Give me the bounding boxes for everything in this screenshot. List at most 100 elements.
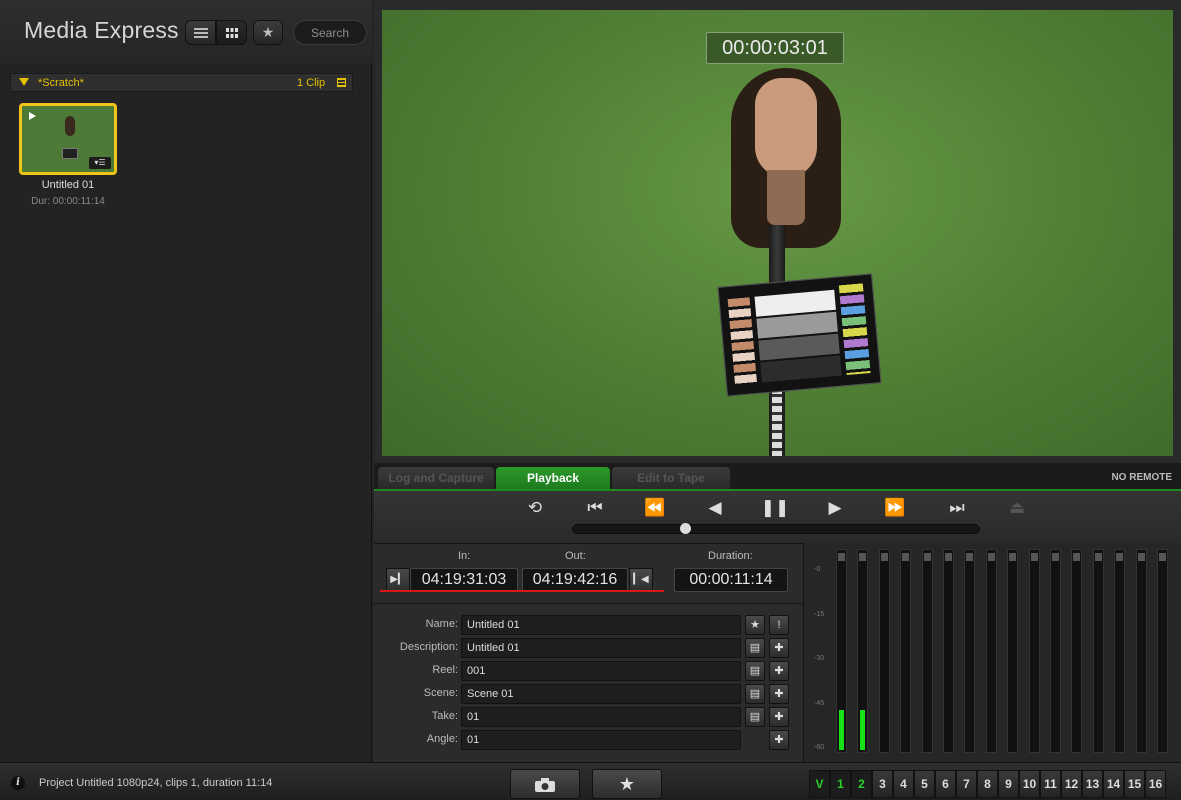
star-icon[interactable]: ★: [745, 615, 765, 635]
meter-level: [860, 710, 866, 750]
tab-edit-to-tape[interactable]: Edit to Tape: [612, 467, 730, 489]
meter-channel: [836, 549, 847, 753]
app-window: Media Express ★ Search *Scratch* 1 Clip …: [0, 0, 1181, 800]
meter-channel: [921, 549, 933, 753]
status-bar: i Project Untitled 1080p24, clips 1, dur…: [0, 762, 1181, 800]
plus-icon[interactable]: ✚: [769, 707, 789, 727]
mannequin-face: [755, 78, 817, 178]
meter-channel: [878, 549, 890, 753]
scrubber-bar[interactable]: [572, 523, 980, 534]
go-to-start-icon[interactable]: ⏮: [578, 496, 612, 520]
mark-in-button[interactable]: ▶▎: [386, 568, 410, 592]
bin-header[interactable]: *Scratch* 1 Clip: [10, 73, 353, 92]
clip-name: Untitled 01: [41, 179, 95, 191]
metadata-row-scene: Scene: Scene 01 ▤ ✚: [374, 684, 803, 704]
fast-forward-icon[interactable]: ⏩: [878, 496, 912, 520]
description-field[interactable]: Untitled 01: [461, 638, 741, 658]
channel-button-3[interactable]: 3: [872, 770, 893, 798]
list-icon[interactable]: ▤: [745, 638, 765, 658]
annotation-underline: [380, 590, 664, 592]
channel-button-6[interactable]: 6: [935, 770, 956, 798]
eject-icon[interactable]: ⏏: [1000, 496, 1034, 520]
channel-button-4[interactable]: 4: [893, 770, 914, 798]
reel-label: Reel:: [432, 664, 458, 676]
meter-level: [839, 710, 844, 750]
plus-icon[interactable]: ✚: [769, 730, 789, 750]
metadata-row-description: Description: Untitled 01 ▤ ✚: [374, 638, 803, 658]
in-label: In:: [458, 550, 471, 562]
play-icon[interactable]: [29, 112, 36, 120]
out-timecode[interactable]: 04:19:42:16: [522, 568, 628, 592]
take-field[interactable]: 01: [461, 707, 741, 727]
bin-clip-count: 1 Clip: [297, 77, 326, 89]
channel-button-7[interactable]: 7: [956, 770, 977, 798]
reel-field[interactable]: 001: [461, 661, 741, 681]
meter-peak-indicator: [1009, 553, 1017, 561]
list-icon[interactable]: ▤: [745, 707, 765, 727]
channel-button-13[interactable]: 13: [1082, 770, 1103, 798]
duration-timecode: 00:00:11:14: [674, 568, 788, 592]
clip-thumbnail[interactable]: ▾☰: [19, 103, 117, 175]
favorite-button[interactable]: ★: [592, 769, 662, 799]
channel-button-2[interactable]: 2: [851, 770, 872, 798]
angle-label: Angle:: [426, 733, 458, 745]
capture-still-button[interactable]: [510, 769, 580, 799]
meter-peak-indicator: [923, 553, 931, 561]
angle-field[interactable]: 01: [461, 730, 741, 750]
description-label: Description:: [399, 641, 458, 653]
channel-button-14[interactable]: 14: [1103, 770, 1124, 798]
channel-button-12[interactable]: 12: [1061, 770, 1082, 798]
scrubber-handle[interactable]: [679, 523, 691, 534]
tab-log-and-capture[interactable]: Log and Capture: [378, 467, 494, 489]
mark-out-button[interactable]: ▎◀: [629, 568, 653, 592]
go-to-end-icon[interactable]: ⏭: [940, 496, 974, 520]
clip-menu-icon[interactable]: ▾☰: [89, 157, 111, 169]
plus-icon[interactable]: ✚: [769, 638, 789, 658]
channel-selector: V 1 2 3 4 5 6 7 8 9 10 11 12 13 14 15 16: [809, 770, 1166, 798]
meter-scale-label: -60: [814, 744, 825, 751]
browser-toolbar: Media Express ★ Search: [0, 0, 372, 64]
plus-icon[interactable]: ✚: [769, 684, 789, 704]
channel-button-8[interactable]: 8: [977, 770, 998, 798]
status-text: Project Untitled 1080p24, clips 1, durat…: [39, 777, 273, 789]
meter-peak-indicator: [1159, 553, 1166, 561]
meter-peak-indicator: [1073, 553, 1081, 561]
bin-folder-icon: [337, 78, 346, 87]
play-reverse-icon[interactable]: ◀: [698, 496, 732, 520]
meter-scale-label: -15: [814, 611, 825, 618]
list-icon[interactable]: ▤: [745, 684, 765, 704]
channel-button-15[interactable]: 15: [1124, 770, 1145, 798]
play-icon[interactable]: ▶: [818, 496, 852, 520]
meter-channel: [857, 549, 869, 753]
in-timecode[interactable]: 04:19:31:03: [410, 568, 518, 592]
list-icon[interactable]: ▤: [745, 661, 765, 681]
disclosure-triangle-icon[interactable]: [19, 78, 29, 86]
name-field[interactable]: Untitled 01: [461, 615, 741, 635]
meter-peak-indicator: [902, 553, 910, 561]
list-view-button[interactable]: [185, 20, 216, 45]
thumbnail-view-button[interactable]: [216, 20, 247, 45]
color-checker-card: [717, 273, 882, 397]
meter-channel: [943, 549, 954, 753]
channel-button-10[interactable]: 10: [1019, 770, 1040, 798]
pause-icon[interactable]: ❚❚: [758, 496, 792, 520]
meter-peak-indicator: [945, 553, 952, 561]
rewind-icon[interactable]: ⏪: [638, 496, 672, 520]
channel-button-1[interactable]: 1: [830, 770, 851, 798]
favorites-button[interactable]: ★: [253, 20, 283, 45]
channel-button-v[interactable]: V: [809, 770, 830, 798]
search-field[interactable]: Search: [293, 20, 367, 45]
name-label: Name:: [425, 618, 458, 630]
scene-field[interactable]: Scene 01: [461, 684, 741, 704]
channel-button-11[interactable]: 11: [1040, 770, 1061, 798]
meter-channel: [1157, 549, 1168, 753]
loop-icon[interactable]: ⟲: [518, 496, 552, 520]
tab-playback[interactable]: Playback: [496, 467, 610, 489]
info-icon[interactable]: i: [11, 776, 25, 790]
flag-icon[interactable]: !: [769, 615, 789, 635]
video-frame: 00:00:03:01: [382, 10, 1173, 456]
channel-button-16[interactable]: 16: [1145, 770, 1166, 798]
plus-icon[interactable]: ✚: [769, 661, 789, 681]
channel-button-9[interactable]: 9: [998, 770, 1019, 798]
channel-button-5[interactable]: 5: [914, 770, 935, 798]
